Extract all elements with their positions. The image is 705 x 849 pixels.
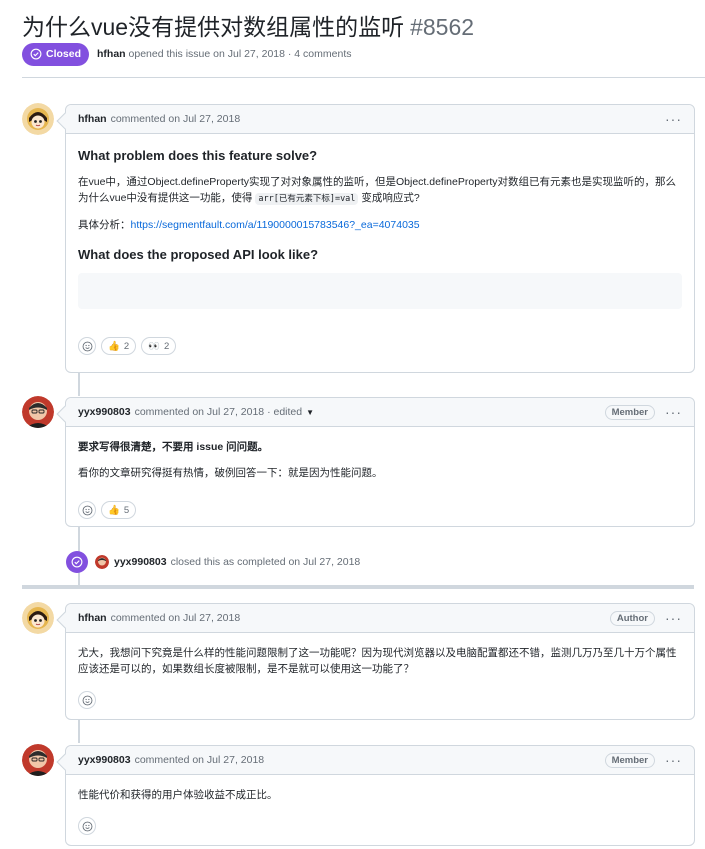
- comment-paragraph: 看你的文章研究得挺有热情，破例回答一下：就是因为性能问题。: [78, 467, 383, 479]
- reaction-count: 2: [163, 340, 170, 352]
- member-badge: Member: [604, 404, 655, 420]
- comment-paragraph: 在vue中，通过Object.defineProperty实现了对对象属性的监听…: [78, 174, 682, 207]
- comment-meta[interactable]: commented on Jul 27, 2018 · edited: [135, 406, 303, 418]
- thumbs-up-icon: 👍: [108, 504, 120, 516]
- comment-author[interactable]: yyx990803: [78, 754, 131, 766]
- member-badge: Member: [604, 752, 655, 768]
- more-options-icon[interactable]: ···: [665, 611, 682, 625]
- more-options-icon[interactable]: ···: [665, 753, 682, 767]
- more-options-icon[interactable]: ···: [665, 405, 682, 419]
- reactions-bar: 👍 2 👀 2: [66, 337, 694, 367]
- header-divider: [22, 77, 705, 78]
- avatar-hfhan[interactable]: [22, 602, 54, 634]
- smiley-icon: [82, 821, 92, 831]
- comment-heading: What does the proposed API look like?: [78, 247, 319, 262]
- comment-paragraph: 性能代价和获得的用户体验收益不成正比。: [78, 789, 278, 801]
- comment-meta[interactable]: commented on Jul 27, 2018: [111, 612, 241, 624]
- paragraph-label: 具体分析：: [78, 219, 131, 231]
- more-options-icon[interactable]: ···: [665, 112, 682, 126]
- avatar-hfhan[interactable]: [22, 103, 54, 135]
- timeline-connector: [78, 719, 80, 743]
- comment-card: yyx990803 commented on Jul 27, 2018 · ed…: [56, 397, 695, 527]
- reactions-bar: 👍 5: [66, 501, 694, 531]
- closed-state-badge: Closed: [22, 42, 90, 66]
- comment-header: hfhan commented on Jul 27, 2018 Author ·…: [66, 604, 694, 633]
- smiley-icon: [82, 505, 92, 515]
- eyes-icon: 👀: [148, 340, 160, 352]
- comment-heading: What problem does this feature solve?: [78, 148, 318, 163]
- add-reaction-button[interactable]: [78, 501, 96, 519]
- timeline-divider: [22, 585, 694, 589]
- comment-header: yyx990803 commented on Jul 27, 2018 Memb…: [66, 746, 694, 775]
- comment-author[interactable]: yyx990803: [78, 406, 131, 418]
- issue-meta: hfhan opened this issue on Jul 27, 2018 …: [97, 48, 351, 60]
- comment-body: 要求写得很清楚，不要用 issue 问问题。 看你的文章研究得挺有热情，破例回答…: [66, 427, 694, 501]
- comment-body: 性能代价和获得的用户体验收益不成正比。: [66, 775, 694, 817]
- issue-opened-text: opened this issue on Jul 27, 2018 · 4 co…: [128, 48, 352, 60]
- state-label: Closed: [46, 48, 82, 60]
- add-reaction-button[interactable]: [78, 337, 96, 355]
- issue-state-row: Closed hfhan opened this issue on Jul 27…: [22, 42, 351, 66]
- reaction-eyes[interactable]: 👀 2: [141, 337, 177, 355]
- reactions-bar: [66, 817, 694, 847]
- reaction-count: 5: [123, 504, 130, 516]
- comment-meta[interactable]: commented on Jul 27, 2018: [135, 754, 265, 766]
- comment-paragraph-bold: 要求写得很清楚，不要用 issue 问问题。: [78, 441, 269, 453]
- add-reaction-button[interactable]: [78, 817, 96, 835]
- check-circle-icon: [30, 48, 42, 60]
- comment-author[interactable]: hfhan: [78, 612, 107, 624]
- inline-code: arr[已有元素下标]=val: [255, 193, 359, 205]
- smiley-icon: [82, 341, 92, 351]
- comment-paragraph: 尤大，我想问下究竟是什么样的性能问题限制了这一功能呢？因为现代浏览器以及电脑配置…: [78, 647, 677, 675]
- author-badge: Author: [609, 610, 655, 626]
- avatar-yyx990803[interactable]: [22, 396, 54, 428]
- paragraph-text: 变成响应式?: [361, 192, 420, 204]
- comment-card: hfhan commented on Jul 27, 2018 ··· What…: [56, 104, 695, 373]
- comment-card: yyx990803 commented on Jul 27, 2018 Memb…: [56, 745, 695, 847]
- comment-header: hfhan commented on Jul 27, 2018 ···: [66, 105, 694, 134]
- event-avatar[interactable]: [95, 555, 109, 569]
- reactions-bar: [66, 691, 694, 721]
- closed-event: yyx990803 closed this as completed on Ju…: [66, 551, 360, 573]
- issue-number: #8562: [410, 14, 475, 40]
- event-actor[interactable]: yyx990803: [114, 556, 167, 568]
- issue-author-link[interactable]: hfhan: [97, 48, 126, 60]
- avatar-yyx990803[interactable]: [22, 744, 54, 776]
- reaction-thumbs-up[interactable]: 👍 5: [101, 501, 137, 519]
- reaction-thumbs-up[interactable]: 👍 2: [101, 337, 137, 355]
- comment-card: hfhan commented on Jul 27, 2018 Author ·…: [56, 603, 695, 721]
- smiley-icon: [82, 695, 92, 705]
- comment-author[interactable]: hfhan: [78, 113, 107, 125]
- add-reaction-button[interactable]: [78, 691, 96, 709]
- comment-body: 尤大，我想问下究竟是什么样的性能问题限制了这一功能呢？因为现代浏览器以及电脑配置…: [66, 633, 694, 691]
- comment-body: What problem does this feature solve? 在v…: [66, 134, 694, 319]
- issue-title-text: 为什么vue没有提供对数组属性的监听: [22, 14, 405, 40]
- comment-meta[interactable]: commented on Jul 27, 2018: [111, 113, 241, 125]
- thumbs-up-icon: 👍: [108, 340, 120, 352]
- closed-event-icon: [66, 551, 88, 573]
- comment-paragraph: 具体分析：https://segmentfault.com/a/11900000…: [78, 217, 682, 233]
- empty-code-block: [78, 273, 682, 309]
- event-text: closed this as completed on Jul 27, 2018: [170, 556, 361, 568]
- reaction-count: 2: [123, 340, 130, 352]
- timeline-connector: [78, 372, 80, 396]
- comment-header: yyx990803 commented on Jul 27, 2018 · ed…: [66, 398, 694, 427]
- issue-title: 为什么vue没有提供对数组属性的监听 #8562: [22, 8, 474, 42]
- check-circle-icon: [71, 556, 83, 568]
- analysis-link[interactable]: https://segmentfault.com/a/1190000015783…: [131, 219, 420, 231]
- chevron-down-icon[interactable]: ▼: [306, 408, 314, 417]
